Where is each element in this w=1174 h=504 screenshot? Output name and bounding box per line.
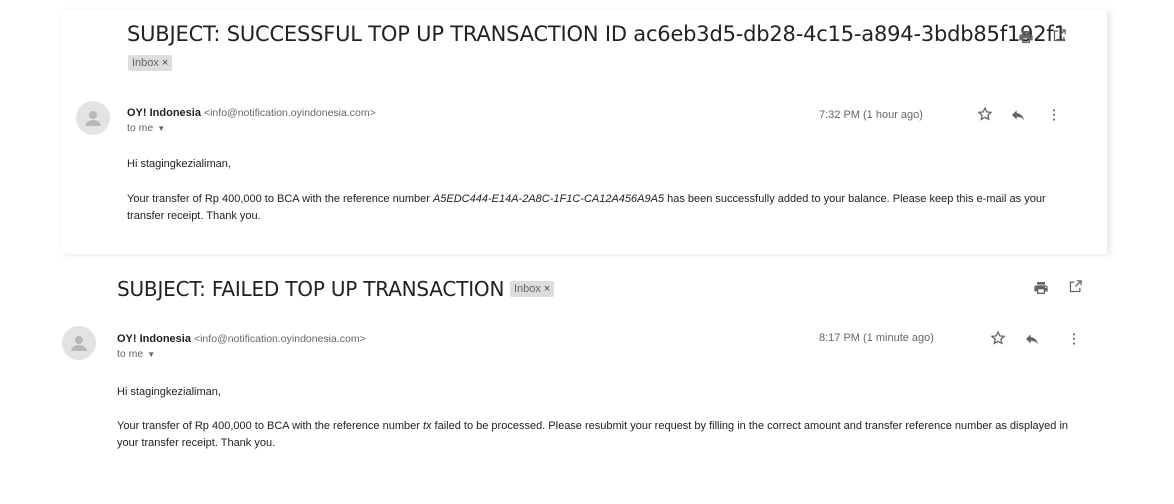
- star-icon[interactable]: [990, 330, 1006, 349]
- chevron-down-icon[interactable]: ▼: [157, 124, 165, 133]
- print-icon[interactable]: [1033, 280, 1049, 300]
- email-time: 7:32 PM (1 hour ago): [819, 109, 923, 121]
- recipient-text: to me: [117, 348, 144, 360]
- label-chip-inbox[interactable]: Inbox ×: [510, 279, 555, 297]
- reference-number: tx: [422, 420, 432, 432]
- reply-icon[interactable]: [1010, 107, 1026, 126]
- email-greeting: Hi stagingkezialiman,: [127, 158, 231, 170]
- sender-email: <info@notification.oyindonesia.com>: [203, 107, 376, 119]
- print-icon[interactable]: [1018, 29, 1034, 49]
- body-text-before: Your transfer of Rp 400,000 to BCA with …: [117, 420, 423, 432]
- remove-label-icon[interactable]: ×: [162, 57, 168, 69]
- sender: OY! Indonesia <info@notification.oyindone…: [127, 107, 376, 119]
- remove-label-icon[interactable]: ×: [544, 283, 550, 295]
- star-icon[interactable]: [977, 106, 993, 125]
- sender: OY! Indonesia <info@notification.oyindone…: [117, 333, 366, 345]
- more-vertical-icon[interactable]: [1050, 107, 1058, 126]
- email-greeting: Hi stagingkezialiman,: [117, 386, 221, 398]
- recipient-text: to me: [127, 122, 154, 134]
- sender-name: OY! Indonesia: [117, 333, 191, 345]
- reply-icon[interactable]: [1024, 331, 1040, 350]
- label-text: Inbox: [132, 57, 159, 69]
- default-avatar-icon: [62, 326, 96, 360]
- label-chip-inbox[interactable]: Inbox ×: [128, 53, 173, 71]
- recipient-dropdown[interactable]: to me ▼: [117, 348, 155, 360]
- open-in-new-window-icon[interactable]: [1068, 279, 1083, 298]
- email-subject: SUBJECT: SUCCESSFUL TOP UP TRANSACTION I…: [127, 22, 1067, 46]
- default-avatar-icon: [76, 101, 110, 135]
- email-body: Your transfer of Rp 400,000 to BCA with …: [127, 191, 1077, 225]
- open-in-new-window-icon[interactable]: [1052, 28, 1067, 47]
- sender-name: OY! Indonesia: [127, 107, 201, 119]
- sender-email: <info@notification.oyindonesia.com>: [193, 333, 366, 345]
- body-text-before: Your transfer of Rp 400,000 to BCA with …: [127, 193, 433, 205]
- email-time: 8:17 PM (1 minute ago): [819, 332, 934, 344]
- label-text: Inbox: [514, 283, 541, 295]
- email-subject: SUBJECT: FAILED TOP UP TRANSACTION: [117, 277, 505, 301]
- email-panel-success: SUBJECT: SUCCESSFUL TOP UP TRANSACTION I…: [62, 10, 1108, 254]
- more-vertical-icon[interactable]: [1070, 331, 1078, 350]
- recipient-dropdown[interactable]: to me ▼: [127, 122, 165, 134]
- chevron-down-icon[interactable]: ▼: [147, 350, 155, 359]
- reference-number: A5EDC444-E14A-2A8C-1F1C-CA12A456A9A5: [432, 193, 665, 205]
- email-panel-failed: SUBJECT: FAILED TOP UP TRANSACTION Inbox…: [48, 265, 1128, 495]
- email-body: Your transfer of Rp 400,000 to BCA with …: [117, 418, 1077, 452]
